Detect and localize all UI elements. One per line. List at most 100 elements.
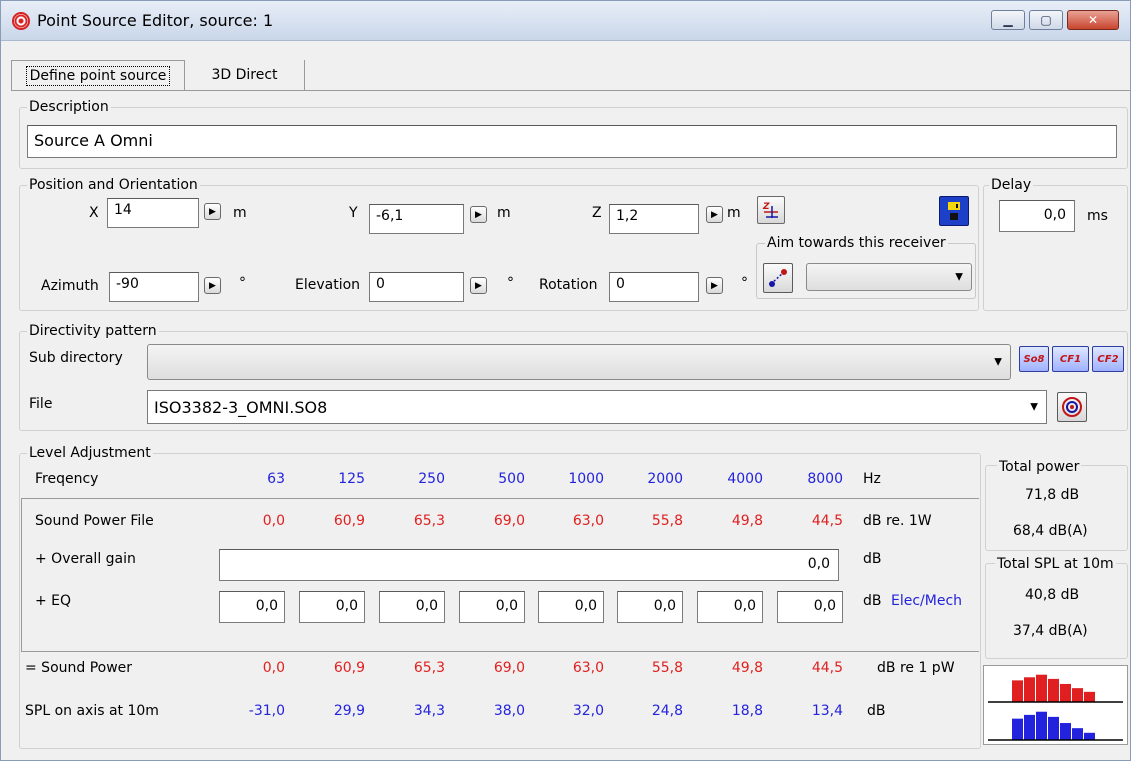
sound-power-value: 0,0 bbox=[262, 660, 285, 676]
spectrum-power-bar bbox=[1084, 691, 1095, 702]
file-dropdown[interactable]: ISO3382-3_OMNI.SO8 ▼ bbox=[147, 390, 1047, 424]
spectrum-power-bar bbox=[1072, 688, 1083, 702]
azimuth-spin-button[interactable]: ▶ bbox=[204, 277, 221, 294]
eq-input[interactable]: 0,0 bbox=[777, 591, 843, 623]
total-spl-dba: 37,4 dB(A) bbox=[1013, 623, 1088, 639]
tab-3d-direct[interactable]: 3D Direct bbox=[185, 60, 305, 90]
y-unit: m bbox=[497, 205, 511, 221]
spectrum-power-bar bbox=[1024, 677, 1035, 702]
frequency-label: Freqency bbox=[35, 471, 99, 487]
azimuth-deg: ° bbox=[239, 275, 246, 291]
total-spl-group bbox=[985, 563, 1128, 659]
z-spin-button[interactable]: ▶ bbox=[706, 206, 723, 223]
divider bbox=[21, 498, 22, 651]
sound-power-file-value: 63,0 bbox=[572, 513, 604, 529]
spectrum-spl-bar bbox=[1084, 732, 1095, 740]
elevation-input[interactable]: 0 bbox=[369, 272, 464, 302]
level-adjustment-label: Level Adjustment bbox=[27, 445, 153, 461]
eq-input[interactable]: 0,0 bbox=[538, 591, 604, 623]
so8-button[interactable]: So8 bbox=[1019, 346, 1049, 372]
aim-receiver-dropdown[interactable]: ▼ bbox=[806, 263, 972, 291]
frequency-value: 500 bbox=[498, 471, 525, 487]
directivity-label: Directivity pattern bbox=[27, 323, 159, 339]
spl-value: 13,4 bbox=[811, 703, 843, 719]
rotation-deg: ° bbox=[741, 275, 748, 291]
directivity-target-icon[interactable] bbox=[1057, 392, 1087, 422]
overall-gain-input[interactable]: 0,0 bbox=[219, 549, 839, 581]
close-button[interactable]: ✕ bbox=[1067, 10, 1119, 30]
elec-mech-link[interactable]: Elec/Mech bbox=[891, 593, 962, 609]
spectrum-thumbnail bbox=[983, 665, 1128, 745]
subdir-dropdown[interactable]: ▼ bbox=[147, 344, 1011, 380]
sound-power-file-unit: dB re. 1W bbox=[863, 513, 932, 529]
cf1-button[interactable]: CF1 bbox=[1052, 346, 1089, 372]
sound-power-value: 60,9 bbox=[333, 660, 365, 676]
sound-power-value: 44,5 bbox=[811, 660, 843, 676]
eq-label: + EQ bbox=[35, 593, 72, 609]
eq-input[interactable]: 0,0 bbox=[379, 591, 445, 623]
spl-value: 24,8 bbox=[651, 703, 683, 719]
spectrum-spl-bar bbox=[1048, 716, 1059, 740]
minimize-button[interactable]: ▁ bbox=[991, 10, 1025, 30]
rotation-label: Rotation bbox=[539, 277, 598, 293]
tab-define-point-source[interactable]: Define point source bbox=[11, 60, 185, 90]
sound-power-value: 69,0 bbox=[493, 660, 525, 676]
eq-input[interactable]: 0,0 bbox=[617, 591, 683, 623]
spl-value: 38,0 bbox=[493, 703, 525, 719]
eq-unit: dB bbox=[863, 593, 882, 609]
chevron-down-icon: ▼ bbox=[994, 356, 1002, 368]
spectrum-spl-bar bbox=[1036, 711, 1047, 740]
eq-input[interactable]: 0,0 bbox=[697, 591, 763, 623]
x-input[interactable]: 14 bbox=[107, 198, 199, 228]
azimuth-input[interactable]: -90 bbox=[109, 272, 199, 302]
sound-power-file-value: 0,0 bbox=[262, 513, 285, 529]
rotation-spin-button[interactable]: ▶ bbox=[706, 277, 723, 294]
total-spl-label: Total SPL at 10m bbox=[995, 556, 1116, 572]
sound-power-value: 49,8 bbox=[731, 660, 763, 676]
x-spin-button[interactable]: ▶ bbox=[204, 203, 221, 220]
y-spin-button[interactable]: ▶ bbox=[470, 206, 487, 223]
save-disk-icon[interactable] bbox=[939, 196, 969, 226]
elevation-spin-button[interactable]: ▶ bbox=[470, 277, 487, 294]
coordinate-swap-icon[interactable]: Z bbox=[757, 196, 785, 224]
frequency-value: 4000 bbox=[727, 471, 763, 487]
delay-unit: ms bbox=[1087, 208, 1108, 224]
chevron-down-icon: ▼ bbox=[955, 271, 963, 283]
sound-power-unit: dB re 1 pW bbox=[877, 660, 955, 676]
divider bbox=[21, 651, 979, 652]
title-bar: Point Source Editor, source: 1 ▁ ▢ ✕ bbox=[1, 1, 1130, 41]
eq-input[interactable]: 0,0 bbox=[459, 591, 525, 623]
spl-value: 32,0 bbox=[572, 703, 604, 719]
sound-power-file-value: 55,8 bbox=[651, 513, 683, 529]
maximize-button[interactable]: ▢ bbox=[1029, 10, 1063, 30]
description-input[interactable]: Source A Omni bbox=[27, 125, 1117, 158]
sound-power-value: 65,3 bbox=[413, 660, 445, 676]
elevation-label: Elevation bbox=[295, 277, 361, 293]
frequency-value: 8000 bbox=[807, 471, 843, 487]
y-input[interactable]: -6,1 bbox=[369, 204, 464, 234]
spectrum-spl-bar bbox=[1072, 728, 1083, 740]
aim-label: Aim towards this receiver bbox=[765, 235, 948, 251]
frequency-value: 1000 bbox=[568, 471, 604, 487]
z-label: Z bbox=[592, 205, 602, 221]
rotation-input[interactable]: 0 bbox=[609, 272, 699, 302]
spectrum-power-bar bbox=[1036, 674, 1047, 702]
eq-input[interactable]: 0,0 bbox=[299, 591, 365, 623]
azimuth-label: Azimuth bbox=[41, 278, 99, 294]
sound-power-file-label: Sound Power File bbox=[35, 513, 154, 529]
delay-input[interactable]: 0,0 bbox=[999, 200, 1075, 232]
aim-receiver-icon[interactable] bbox=[763, 263, 793, 293]
spectrum-spl-bar bbox=[1060, 723, 1071, 740]
x-label: X bbox=[89, 205, 99, 221]
x-unit: m bbox=[233, 205, 247, 221]
total-spl-db: 40,8 dB bbox=[1025, 587, 1080, 603]
svg-text:Z: Z bbox=[762, 202, 770, 212]
spectrum-power-bar bbox=[1012, 680, 1023, 702]
window-title: Point Source Editor, source: 1 bbox=[37, 11, 274, 30]
cf2-button[interactable]: CF2 bbox=[1092, 346, 1124, 372]
spectrum-power-bar bbox=[1060, 683, 1071, 702]
z-input[interactable]: 1,2 bbox=[609, 204, 699, 234]
total-power-db: 71,8 dB bbox=[1025, 487, 1080, 503]
eq-input[interactable]: 0,0 bbox=[219, 591, 285, 623]
total-power-dba: 68,4 dB(A) bbox=[1013, 523, 1088, 539]
